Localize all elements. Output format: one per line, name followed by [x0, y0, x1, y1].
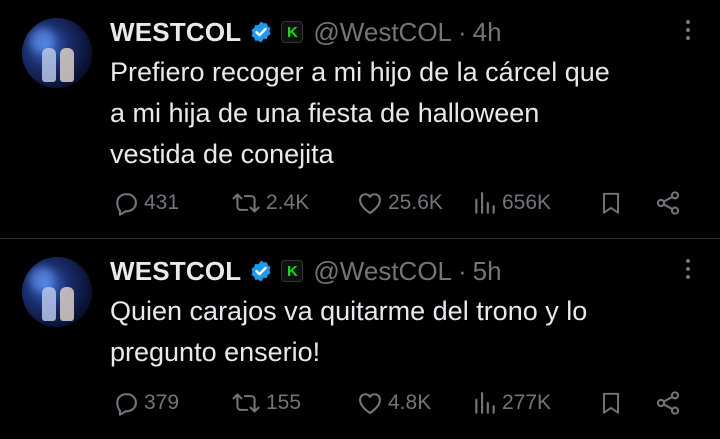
avatar-figure — [60, 287, 74, 321]
reply-icon — [116, 393, 137, 416]
tweet-text: Prefiero recoger a mi hijo de la cárcel … — [110, 52, 700, 175]
share-button[interactable] — [654, 389, 682, 417]
tweet-text-line: Quien carajos va quitarme del trono y lo — [110, 296, 588, 326]
share-icon — [656, 391, 680, 415]
bookmark-icon — [602, 392, 620, 414]
more-dots-icon[interactable] — [686, 259, 692, 279]
tweet[interactable]: WESTCOL K @WestCOL · 5h Quien carajos va… — [0, 238, 720, 439]
reply-count: 379 — [144, 391, 180, 414]
share-button[interactable] — [654, 189, 682, 217]
avatar[interactable] — [22, 18, 92, 88]
avatar-figure — [42, 48, 56, 82]
action-bar: 431 2.4K 25.6K 656K — [110, 184, 690, 222]
like-button[interactable]: 4.8K — [356, 389, 431, 417]
kick-badge-icon: K — [281, 21, 304, 43]
kick-badge-icon: K — [281, 260, 304, 282]
avatar[interactable] — [22, 257, 92, 327]
user-handle[interactable]: @WestCOL — [313, 256, 452, 287]
like-count: 25.6K — [388, 191, 443, 214]
tweet-text-line: a mi hija de una fiesta de halloween — [110, 98, 540, 128]
bookmark-icon — [602, 192, 620, 214]
retweet-icon — [232, 393, 260, 413]
more-dots-icon[interactable] — [686, 20, 692, 40]
verified-icon — [251, 21, 271, 43]
timestamp[interactable]: 5h — [473, 256, 502, 287]
views-button[interactable]: 277K — [472, 389, 551, 417]
reply-button[interactable]: 379 — [112, 389, 179, 417]
view-count: 656K — [502, 191, 552, 214]
separator-dot: · — [458, 16, 467, 47]
like-count: 4.8K — [388, 391, 432, 414]
retweet-icon — [232, 193, 260, 213]
verified-icon — [251, 260, 271, 282]
like-icon — [359, 393, 381, 414]
retweet-count: 155 — [266, 391, 302, 414]
tweet-header: WESTCOL K @WestCOL · 4h — [110, 14, 502, 50]
action-bar: 379 155 4.8K 277K — [110, 384, 690, 422]
tweet-text-line: vestida de conejita — [110, 139, 334, 169]
tweet-text-line: pregunto enserio! — [110, 337, 321, 367]
like-button[interactable]: 25.6K — [356, 189, 443, 217]
bookmark-button[interactable] — [598, 189, 624, 217]
tweet-header: WESTCOL K @WestCOL · 5h — [110, 253, 502, 289]
retweet-count: 2.4K — [266, 191, 310, 214]
reply-icon — [116, 193, 137, 216]
avatar-figure — [60, 48, 74, 82]
tweet-text-line: Prefiero recoger a mi hijo de la cárcel … — [110, 57, 610, 87]
display-name[interactable]: WESTCOL — [110, 256, 241, 287]
retweet-button[interactable]: 2.4K — [230, 189, 309, 217]
reply-button[interactable]: 431 — [112, 189, 179, 217]
share-icon — [656, 191, 680, 215]
reply-count: 431 — [144, 191, 180, 214]
like-icon — [359, 193, 381, 214]
tweet-text: Quien carajos va quitarme del trono y lo… — [110, 291, 700, 373]
timestamp[interactable]: 4h — [473, 17, 502, 48]
display-name[interactable]: WESTCOL — [110, 17, 241, 48]
separator-dot: · — [458, 255, 467, 286]
view-count: 277K — [502, 391, 552, 414]
retweet-button[interactable]: 155 — [230, 389, 301, 417]
bookmark-button[interactable] — [598, 389, 624, 417]
views-icon — [475, 192, 495, 214]
views-button[interactable]: 656K — [472, 189, 551, 217]
user-handle[interactable]: @WestCOL — [313, 17, 452, 48]
views-icon — [475, 392, 495, 414]
avatar-figure — [42, 287, 56, 321]
tweet[interactable]: WESTCOL K @WestCOL · 4h Prefiero recoger… — [0, 0, 720, 238]
